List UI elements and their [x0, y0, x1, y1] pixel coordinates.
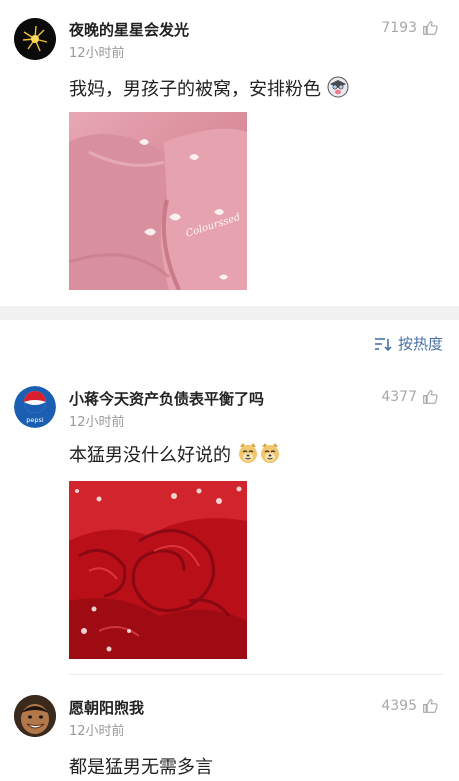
comment-text: 我妈，男孩子的被窝，安排粉色: [69, 75, 349, 101]
section-divider: [0, 306, 459, 320]
thumbs-up-icon: [423, 698, 438, 713]
thumbs-up-icon: [423, 389, 438, 404]
sort-label: 按热度: [397, 335, 443, 353]
thumbs-up-icon: [423, 20, 438, 35]
like-button[interactable]: 7193: [381, 19, 439, 36]
cartoon-face-icon: [14, 695, 56, 737]
husky-emoji-icon: [327, 76, 349, 98]
doge-emoji-icon: [260, 443, 279, 463]
avatar[interactable]: [14, 18, 56, 60]
sparkler-icon: [14, 18, 56, 60]
like-button[interactable]: 4395: [381, 697, 439, 714]
pepsi-logo-icon: pepsi: [14, 386, 56, 428]
username[interactable]: 愿朝阳煦我: [69, 697, 144, 718]
avatar[interactable]: [14, 695, 56, 737]
username[interactable]: 小蒋今天资产负债表平衡了吗: [69, 388, 264, 409]
comment-text-body: 本猛男没什么好说的: [69, 445, 231, 466]
avatar-logo-text: pepsi: [26, 416, 44, 424]
timestamp: 12小时前: [69, 415, 125, 430]
like-button[interactable]: 4377: [381, 388, 439, 405]
timestamp: 12小时前: [69, 724, 125, 739]
username[interactable]: 夜晚的星星会发光: [69, 19, 189, 40]
comment-image[interactable]: [69, 481, 247, 659]
comment-text-body: 我妈，男孩子的被窝，安排粉色: [69, 79, 321, 100]
avatar[interactable]: pepsi: [14, 386, 56, 428]
like-count: 4395: [381, 697, 417, 714]
comment-divider: [69, 674, 443, 675]
comment-text: 都是猛男无需多言: [69, 757, 213, 778]
sort-button[interactable]: 按热度: [374, 333, 443, 354]
comment-image[interactable]: Colourssed: [69, 112, 247, 290]
like-count: 7193: [381, 19, 417, 36]
doge-emoji-icon: [238, 443, 257, 463]
comment-text: 本猛男没什么好说的: [69, 441, 281, 467]
timestamp: 12小时前: [69, 46, 125, 61]
sort-icon: [374, 337, 392, 351]
like-count: 4377: [381, 388, 417, 405]
